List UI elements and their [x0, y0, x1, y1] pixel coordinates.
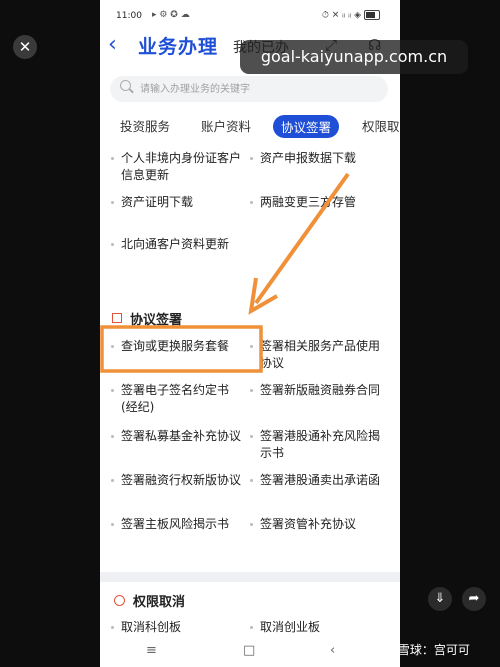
close-icon[interactable]: ✕ [13, 35, 37, 59]
search-box[interactable] [110, 76, 388, 102]
list-item[interactable]: 资产申报数据下载 [250, 150, 382, 167]
service-list: 个人非境内身份证客户信息更新 资产申报数据下载 资产证明下载 两融变更三方存管 … [100, 142, 400, 572]
battery-icon [364, 10, 380, 20]
search-input[interactable] [140, 80, 380, 98]
list-item[interactable]: 签署主板风险揭示书 [111, 516, 243, 533]
source-watermark: ❄ 雪球：宫可可 [384, 643, 470, 657]
list-item[interactable]: 签署私募基金补充协议 [111, 428, 243, 445]
section-divider [100, 572, 400, 582]
status-signal-icons: ⏱ ✕ ᵢₗ ᵢₗ ◈ [321, 10, 361, 21]
watermark: goal-kaiyunapp.com.cn [240, 40, 468, 74]
list-item[interactable]: 取消科创板 [111, 619, 243, 636]
menu-icon[interactable]: ≡ [146, 643, 157, 658]
phone-screen: 11:00 ▸ ⚙ ✪ ☁ ⏱ ✕ ᵢₗ ᵢₗ ◈ ‹ 业务办理 我的已办 ⤢ … [100, 0, 400, 667]
share-icon[interactable]: ➦ [462, 587, 486, 611]
back-icon[interactable]: ‹ [108, 32, 117, 57]
edit-icon [112, 313, 122, 323]
list-item[interactable]: 资产证明下载 [111, 194, 243, 211]
status-time: 11:00 [116, 11, 142, 21]
tab-investment-service[interactable]: 投资服务 [120, 116, 170, 135]
list-item[interactable]: 签署港股通补充风险揭示书 [250, 428, 382, 462]
download-icon[interactable]: ⇓ [428, 587, 452, 611]
system-nav-bar: ≡ □ ‹ [100, 640, 400, 667]
list-item[interactable]: 签署港股通卖出承诺函 [250, 472, 382, 489]
section-header-agreement: 协议签署 [112, 309, 182, 328]
page-title: 业务办理 [138, 36, 219, 58]
status-bar: 11:00 ▸ ⚙ ✪ ☁ ⏱ ✕ ᵢₗ ᵢₗ ◈ [100, 0, 400, 30]
status-right: ⏱ ✕ ᵢₗ ᵢₗ ◈ [322, 10, 380, 21]
cancel-list: 权限取消 取消科创板 取消创业板 [100, 582, 400, 642]
list-item[interactable]: 签署电子签名约定书(经纪) [111, 382, 243, 416]
tab-bar: 投资服务 账户资料 协议签署 权限取 [100, 112, 400, 142]
list-item[interactable]: 两融变更三方存管 [250, 194, 382, 211]
tab-permission-cancel[interactable]: 权限取 [362, 116, 400, 135]
list-item[interactable]: 签署资管补充协议 [250, 516, 382, 533]
list-item[interactable]: 签署融资行权新版协议 [111, 472, 243, 489]
prohibit-icon [114, 595, 125, 606]
home-icon[interactable]: □ [243, 643, 255, 658]
list-item[interactable]: 取消创业板 [250, 619, 382, 636]
list-item[interactable]: 北向通客户资料更新 [111, 236, 251, 253]
tab-account-info[interactable]: 账户资料 [201, 116, 251, 135]
nav-back-icon[interactable]: ‹ [330, 643, 335, 658]
list-item[interactable]: 签署相关服务产品使用协议 [250, 338, 382, 372]
list-item[interactable]: 签署新版融资融券合同 [250, 382, 382, 399]
status-app-icons: ▸ ⚙ ✪ ☁ [152, 10, 190, 20]
section-header-cancel: 权限取消 [114, 591, 185, 610]
tab-agreement-signing[interactable]: 协议签署 [273, 115, 340, 138]
list-item[interactable]: 查询或更换服务套餐 [111, 338, 243, 355]
search-icon [120, 80, 131, 91]
list-item[interactable]: 个人非境内身份证客户信息更新 [111, 150, 243, 184]
